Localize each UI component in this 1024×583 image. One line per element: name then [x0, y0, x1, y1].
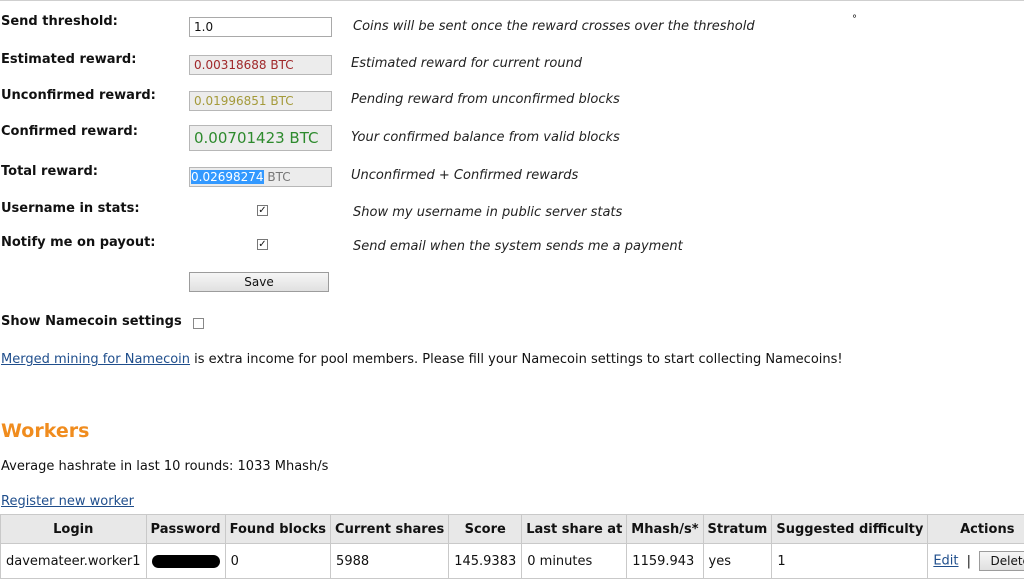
avg-hashrate-text: Average hashrate in last 10 rounds: 1033…: [1, 459, 329, 474]
worker-found-blocks: 0: [224, 543, 332, 579]
notify-payout-label: Notify me on payout:: [1, 235, 156, 250]
workers-header-row: Login Password Found blocks Current shar…: [0, 514, 1024, 544]
unconfirmed-reward-desc: Pending reward from unconfirmed blocks: [351, 92, 620, 107]
send-threshold-input[interactable]: 1.0: [189, 17, 332, 37]
namecoin-settings-label: Show Namecoin settings: [1, 314, 182, 329]
col-found-blocks: Found blocks: [224, 514, 332, 544]
register-worker-link[interactable]: Register new worker: [1, 494, 134, 509]
col-mhash: Mhash/s*: [626, 514, 704, 544]
workers-table: Login Password Found blocks Current shar…: [0, 514, 1024, 579]
notify-payout-row: Notify me on payout: ✓ Send email when t…: [0, 233, 1024, 257]
estimated-reward-value: 0.00318688 BTC: [189, 55, 332, 75]
worker-actions: Edit | Delete: [927, 543, 1024, 579]
estimated-reward-row: Estimated reward: 0.00318688 BTC Estimat…: [0, 50, 1024, 75]
username-in-stats-label: Username in stats:: [1, 201, 140, 216]
edit-worker-link[interactable]: Edit: [933, 554, 958, 569]
worker-last-share: 0 minutes: [521, 543, 628, 579]
confirmed-reward-label: Confirmed reward:: [1, 124, 138, 139]
username-in-stats-row: Username in stats: ✓ Show my username in…: [0, 199, 1024, 223]
unconfirmed-reward-row: Unconfirmed reward: 0.01996851 BTC Pendi…: [0, 86, 1024, 111]
total-reward-row: Total reward: 0.02698274 BTC Unconfirmed…: [0, 162, 1024, 187]
col-login: Login: [0, 514, 147, 544]
worker-login: davemateer.worker1: [0, 543, 147, 579]
total-reward-label: Total reward:: [1, 164, 98, 179]
merged-mining-link[interactable]: Merged mining for Namecoin: [1, 352, 190, 367]
estimated-reward-desc: Estimated reward for current round: [351, 56, 583, 71]
col-last-share: Last share at: [521, 514, 628, 544]
worker-difficulty: 1: [771, 543, 929, 579]
total-reward-value: 0.02698274 BTC: [189, 167, 332, 187]
total-reward-desc: Unconfirmed + Confirmed rewards: [351, 168, 579, 183]
confirmed-reward-row: Confirmed reward: 0.00701423 BTC Your co…: [0, 122, 1024, 151]
delete-worker-button[interactable]: Delete: [979, 551, 1024, 571]
workers-heading: Workers: [1, 420, 90, 442]
col-password: Password: [145, 514, 226, 544]
col-score: Score: [448, 514, 523, 544]
notify-payout-desc: Send email when the system sends me a pa…: [353, 239, 683, 254]
table-row: davemateer.worker1 0 5988 145.9383 0 min…: [0, 543, 1024, 579]
top-divider: [0, 0, 1024, 1]
redacted-password: [151, 554, 220, 568]
worker-stratum: yes: [702, 543, 773, 579]
worker-mhash: 1159.943: [626, 543, 704, 579]
col-current-shares: Current shares: [330, 514, 450, 544]
merged-mining-text: Merged mining for Namecoin is extra inco…: [1, 352, 843, 367]
stray-mark: °: [852, 14, 857, 25]
col-stratum: Stratum: [702, 514, 773, 544]
worker-current-shares: 5988: [330, 543, 450, 579]
username-in-stats-checkbox[interactable]: ✓: [257, 205, 268, 216]
confirmed-reward-value: 0.00701423 BTC: [189, 125, 332, 151]
username-in-stats-desc: Show my username in public server stats: [353, 205, 623, 220]
unconfirmed-reward-label: Unconfirmed reward:: [1, 88, 156, 103]
notify-payout-checkbox[interactable]: ✓: [257, 239, 268, 250]
send-threshold-desc: Coins will be sent once the reward cross…: [353, 19, 755, 34]
col-suggested-difficulty: Suggested difficulty: [771, 514, 929, 544]
save-button[interactable]: Save: [189, 272, 329, 292]
total-reward-unit: BTC: [263, 170, 291, 184]
actions-separator: |: [966, 553, 972, 569]
col-actions: Actions: [927, 514, 1024, 544]
worker-score: 145.9383: [448, 543, 523, 579]
confirmed-reward-desc: Your confirmed balance from valid blocks: [351, 130, 620, 145]
send-threshold-row: Send threshold: 1.0 Coins will be sent o…: [0, 12, 1024, 37]
namecoin-settings-checkbox[interactable]: [193, 318, 204, 329]
send-threshold-label: Send threshold:: [1, 14, 118, 29]
unconfirmed-reward-value: 0.01996851 BTC: [189, 91, 332, 111]
total-reward-selected-text: 0.02698274: [191, 170, 264, 184]
worker-password: [145, 543, 226, 579]
estimated-reward-label: Estimated reward:: [1, 52, 137, 67]
merged-mining-desc: is extra income for pool members. Please…: [190, 352, 843, 367]
